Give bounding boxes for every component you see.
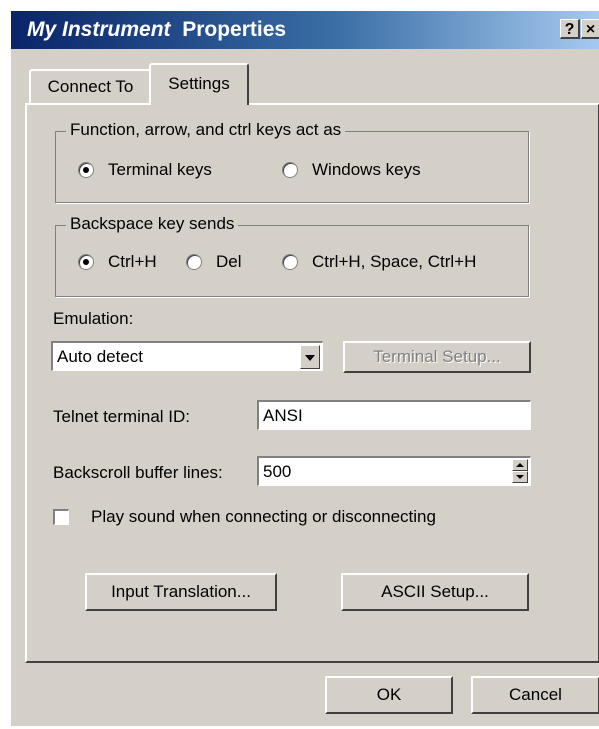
sound-checkbox-label: Play sound when connecting or disconnect… bbox=[91, 507, 436, 526]
radio-ctrl-h-label: Ctrl+H bbox=[108, 252, 157, 271]
radio-selected-icon bbox=[78, 162, 94, 178]
window-title-instrument: My Instrument bbox=[27, 18, 171, 41]
ascii-setup-button[interactable]: ASCII Setup... bbox=[341, 573, 529, 611]
close-button[interactable]: × bbox=[581, 19, 599, 39]
spin-up-icon[interactable] bbox=[512, 459, 528, 471]
telnet-id-input[interactable]: ANSI bbox=[257, 400, 531, 430]
radio-del[interactable]: Del bbox=[186, 252, 242, 272]
radio-ctrl-h-space[interactable]: Ctrl+H, Space, Ctrl+H bbox=[282, 252, 476, 272]
spin-down-icon[interactable] bbox=[512, 471, 528, 483]
radio-unselected-icon bbox=[282, 162, 298, 178]
tab-connect-to[interactable]: Connect To bbox=[29, 69, 152, 103]
input-translation-button[interactable]: Input Translation... bbox=[85, 573, 277, 611]
ok-button[interactable]: OK bbox=[325, 676, 453, 714]
emulation-value: Auto detect bbox=[57, 347, 144, 366]
keys-group: Function, arrow, and ctrl keys act as Te… bbox=[55, 120, 529, 203]
radio-del-label: Del bbox=[216, 252, 242, 271]
terminal-setup-button[interactable]: Terminal Setup... bbox=[343, 341, 531, 373]
radio-ctrl-h[interactable]: Ctrl+H bbox=[78, 252, 157, 272]
radio-selected-icon bbox=[78, 254, 94, 270]
radio-terminal-keys-label: Terminal keys bbox=[108, 160, 212, 179]
emulation-label: Emulation: bbox=[53, 309, 134, 328]
chevron-down-icon[interactable] bbox=[300, 345, 320, 369]
radio-windows-keys-label: Windows keys bbox=[312, 160, 421, 179]
window-title: My Instrument Properties bbox=[27, 18, 286, 42]
title-bar: My Instrument Properties ? × bbox=[11, 11, 599, 49]
radio-unselected-icon bbox=[186, 254, 202, 270]
tab-settings[interactable]: Settings bbox=[149, 63, 249, 105]
help-button[interactable]: ? bbox=[560, 19, 580, 39]
cancel-button[interactable]: Cancel bbox=[471, 676, 599, 714]
properties-dialog: My Instrument Properties ? × Connect To … bbox=[10, 10, 599, 726]
radio-terminal-keys[interactable]: Terminal keys bbox=[78, 160, 212, 180]
backspace-group-label: Backspace key sends bbox=[66, 214, 239, 234]
backscroll-stepper[interactable]: 500 bbox=[257, 456, 531, 486]
radio-unselected-icon bbox=[282, 254, 298, 270]
telnet-id-label: Telnet terminal ID: bbox=[53, 407, 190, 426]
sound-checkbox[interactable] bbox=[53, 509, 69, 525]
emulation-dropdown[interactable]: Auto detect bbox=[51, 341, 323, 371]
radio-ctrl-h-space-label: Ctrl+H, Space, Ctrl+H bbox=[312, 252, 477, 271]
radio-windows-keys[interactable]: Windows keys bbox=[282, 160, 421, 180]
window-title-properties: Properties bbox=[182, 18, 287, 41]
settings-panel: Function, arrow, and ctrl keys act as Te… bbox=[25, 103, 599, 663]
backspace-group: Backspace key sends Ctrl+H Del Ctrl+H, S… bbox=[55, 214, 529, 297]
backscroll-value: 500 bbox=[263, 462, 292, 481]
backscroll-label: Backscroll buffer lines: bbox=[53, 463, 223, 482]
keys-group-label: Function, arrow, and ctrl keys act as bbox=[66, 120, 346, 140]
